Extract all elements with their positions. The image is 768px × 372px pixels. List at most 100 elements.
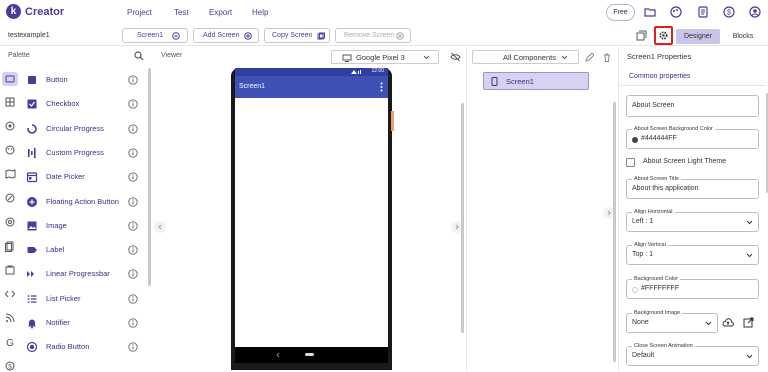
components-scrollbar[interactable] — [613, 102, 616, 362]
screen-app-bar: Screen1 — [235, 76, 388, 98]
search-icon[interactable] — [134, 51, 144, 61]
preview-icon[interactable] — [636, 30, 647, 41]
info-icon[interactable] — [128, 148, 138, 158]
open-external-icon[interactable] — [743, 317, 754, 328]
info-icon[interactable] — [128, 75, 138, 85]
info-icon[interactable] — [128, 269, 138, 280]
about-title-field[interactable]: About Screen Title About this applicatio… — [626, 176, 759, 199]
info-icon[interactable] — [128, 245, 138, 255]
add-screen-button[interactable]: Add Screen — [193, 28, 259, 43]
light-theme-checkbox[interactable] — [626, 158, 635, 167]
background-color-field[interactable]: Background Color #FFFFFFFF — [626, 276, 759, 299]
screen-selector-label: Screen1 — [137, 32, 164, 39]
connectivity-category-icon[interactable] — [4, 264, 16, 276]
tab-blocks[interactable]: Blocks — [722, 29, 764, 44]
screen-selector[interactable]: Screen1 — [122, 28, 188, 43]
palette-item-circular-progress[interactable]: Circular Progress — [26, 121, 144, 137]
custom-progress-icon — [28, 147, 36, 158]
chevron-down-icon — [561, 55, 568, 60]
align-horizontal-select[interactable]: Align Horizontal Left : 1 — [626, 209, 759, 232]
viewer-prev-button[interactable] — [154, 221, 166, 233]
palette-item-radio-button[interactable]: Radio Button — [26, 339, 144, 355]
info-icon[interactable] — [128, 221, 138, 231]
viewer-scrollbar[interactable] — [461, 103, 464, 333]
palette-icon[interactable] — [670, 6, 682, 18]
palette-scrollbar[interactable] — [148, 68, 151, 286]
copy-screen-button[interactable]: Copy Screen — [264, 28, 330, 43]
palette-item-floating-action-button[interactable]: Floating Action Button — [26, 194, 144, 210]
visibility-off-icon[interactable] — [450, 52, 461, 62]
close-animation-value: Default — [632, 352, 655, 359]
tree-item-screen1[interactable]: Screen1 — [483, 72, 589, 90]
app-name[interactable]: Creator — [25, 6, 64, 18]
info-icon[interactable] — [128, 99, 138, 109]
palette-item-list-picker[interactable]: List Picker — [26, 291, 144, 307]
code-category-icon[interactable] — [4, 288, 16, 300]
cloud-upload-icon[interactable] — [722, 318, 734, 328]
library-icon[interactable] — [697, 6, 709, 18]
about-bg-color-value: #444444FF — [641, 135, 677, 142]
about-screen-field[interactable]: About Screen — [626, 95, 759, 117]
color-swatch — [632, 287, 638, 293]
palette-item-image[interactable]: Image — [26, 218, 144, 234]
menu-project[interactable]: Project — [127, 8, 152, 17]
palette-item-button[interactable]: Button — [26, 72, 144, 88]
palette-item-label: Image — [46, 220, 67, 230]
media-category-icon[interactable] — [4, 120, 16, 132]
palette-item-notifier[interactable]: Notifier — [26, 315, 144, 331]
palette-item-linear-progressbar[interactable]: Linear Progressbar — [26, 266, 144, 282]
google-category-icon[interactable]: G — [4, 336, 16, 348]
palette-item-label: Date Picker — [46, 172, 85, 182]
tab-designer[interactable]: Designer — [676, 29, 720, 44]
chevron-down-icon — [746, 220, 753, 225]
menu-help[interactable]: Help — [252, 8, 268, 17]
app-logo[interactable]: k — [6, 4, 21, 19]
remove-screen-button[interactable]: Remove Screen — [335, 28, 411, 43]
free-button[interactable]: Free — [606, 4, 635, 21]
palette-item-label: List Picker — [46, 293, 81, 303]
components-select[interactable]: All Components — [472, 50, 579, 64]
background-image-select[interactable]: Background Image None — [626, 310, 718, 333]
dollar-icon[interactable]: $ — [723, 6, 735, 18]
copy-screen-label: Copy Screen — [272, 32, 313, 39]
monetization-category-icon[interactable]: $ — [4, 360, 16, 372]
info-icon[interactable] — [128, 318, 138, 328]
palette-item-label[interactable]: Label — [26, 242, 144, 258]
rss-category-icon[interactable] — [4, 312, 16, 324]
phone-screen[interactable]: 12:00 Screen1 — [235, 68, 388, 347]
social-category-icon[interactable] — [4, 216, 16, 228]
palette-item-checkbox[interactable]: Checkbox — [26, 96, 144, 112]
device-select[interactable]: Google Pixel 3 — [331, 50, 439, 64]
menu-test[interactable]: Test — [174, 8, 189, 17]
close-animation-select[interactable]: Close Screen Animation Default — [626, 343, 759, 366]
add-screen-label: Add Screen — [203, 32, 240, 39]
menu-export[interactable]: Export — [209, 8, 232, 17]
info-icon[interactable] — [128, 294, 138, 304]
project-settings-button[interactable] — [654, 26, 673, 45]
info-icon[interactable] — [128, 342, 138, 352]
palette-item-custom-progress[interactable]: Custom Progress — [26, 145, 144, 161]
about-bg-color-field[interactable]: About Screen Background Color #444444FF — [626, 126, 759, 149]
chevron-right-icon — [607, 210, 611, 216]
align-vertical-select[interactable]: Align Vertical Top : 1 — [626, 242, 759, 265]
info-icon[interactable] — [128, 123, 138, 134]
components-panel: All Components Screen1 — [466, 47, 618, 370]
user-icon[interactable] — [749, 6, 761, 18]
drawing-category-icon[interactable] — [4, 144, 16, 156]
image-icon — [27, 221, 37, 231]
info-icon[interactable] — [128, 172, 138, 182]
palette-item-date-picker[interactable]: Date Picker — [26, 169, 144, 185]
maps-category-icon[interactable] — [4, 168, 16, 180]
delete-icon[interactable] — [603, 53, 611, 62]
palette-item-label: Radio Button — [46, 342, 90, 352]
background-color-label: Background Color — [632, 276, 681, 282]
folder-icon[interactable] — [644, 6, 656, 18]
sensors-category-icon[interactable] — [4, 192, 16, 204]
align-vertical-value: Top : 1 — [632, 251, 654, 258]
layout-category-icon[interactable] — [4, 96, 16, 108]
storage-category-icon[interactable] — [4, 240, 16, 252]
info-icon[interactable] — [128, 196, 138, 207]
checkbox-icon — [27, 99, 37, 109]
common-properties-tab[interactable]: Common properties — [629, 73, 690, 80]
edit-icon[interactable] — [585, 53, 594, 62]
